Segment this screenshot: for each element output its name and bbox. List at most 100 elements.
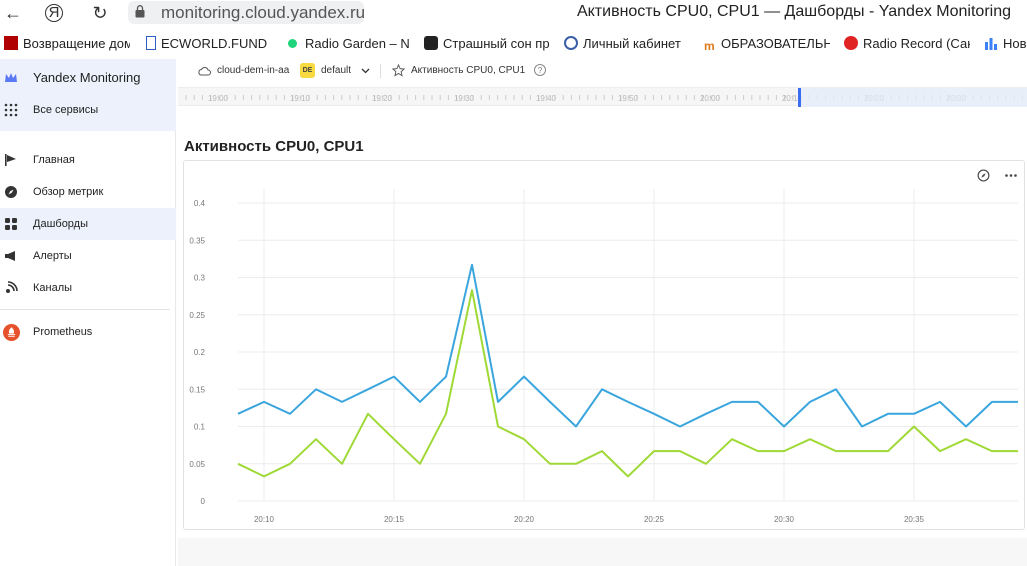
timeline-ruler: 19:00 19:10 19:20 19:30 19:40 19:50 20:00 20:10… <box>185 88 1027 107</box>
apps-grid-icon <box>4 103 18 117</box>
all-services-label: Все сервисы <box>33 104 99 116</box>
y-tick-label: 0.1 <box>194 423 206 432</box>
dashboard-widget-title: Активность CPU0, CPU1 <box>184 138 364 155</box>
sidebar-item-prometheus[interactable]: Prometheus <box>0 316 176 348</box>
y-tick-label: 0.25 <box>189 311 205 320</box>
timeline-handle[interactable] <box>798 88 801 107</box>
prometheus-icon <box>3 324 20 341</box>
app-logo-link[interactable]: Yandex Monitoring <box>0 62 176 94</box>
y-tick-label: 0.3 <box>194 274 206 283</box>
x-tick-label: 20:25 <box>644 515 665 524</box>
m-logo-icon: m <box>704 39 715 53</box>
star-badge-icon <box>424 36 438 50</box>
bookmark-label: Radio Garden – Na <box>305 36 410 51</box>
y-tick-label: 0 <box>201 497 206 506</box>
bookmark-item[interactable]: Radio Record (Сан <box>844 33 970 55</box>
sidebar-item-alerts[interactable]: Алерты <box>0 240 176 272</box>
sidebar-item-label: Дашборды <box>33 218 88 230</box>
series-line-0[interactable] <box>237 263 1018 428</box>
breadcrumb: cloud-dem-in-aa DE default Активность CP… <box>178 59 1027 85</box>
crown-icon <box>5 73 17 82</box>
y-tick-label: 0.2 <box>194 348 206 357</box>
dot-icon <box>288 39 297 48</box>
bookmark-item[interactable]: Возвращение дом <box>4 33 130 55</box>
series-line-1[interactable] <box>237 289 1018 478</box>
bookmark-item[interactable]: Radio Garden – Na <box>286 33 410 55</box>
breadcrumb-divider <box>380 64 381 78</box>
sidebar-item-label: Алерты <box>33 250 72 262</box>
emblem-icon <box>564 36 578 50</box>
x-tick-label: 20:15 <box>384 515 405 524</box>
sidebar: Yandex Monitoring Все сервисы Главная Об… <box>0 59 176 566</box>
bookmark-label: Возвращение дом <box>23 36 130 51</box>
sidebar-item-dashboards[interactable]: Дашборды <box>0 208 176 240</box>
timeline-label: 19:50 <box>618 94 639 103</box>
bookmark-item[interactable]: ECWORLD.FUND | <box>146 33 268 55</box>
y-tick-label: 0.35 <box>189 236 205 245</box>
bookmark-item[interactable]: Личный кабинет <box>564 33 688 55</box>
y-tick-label: 0.4 <box>194 199 206 208</box>
game-icon <box>4 36 18 50</box>
play-icon <box>844 36 858 50</box>
sidebar-divider <box>0 309 170 310</box>
yandex-icon[interactable]: Я <box>45 4 63 22</box>
all-services-button[interactable]: Все сервисы <box>0 94 176 126</box>
chart-panel: 0 0.05 0.1 0.15 0.2 0.25 0.3 0.35 0.4 20:10 20:15 2… <box>183 160 1025 530</box>
y-tick-label: 0.05 <box>189 460 205 469</box>
browser-toolbar: ← Я ↻ monitoring.cloud.yandex.ru Активно… <box>0 0 1027 28</box>
timeline-label: 20:00 <box>700 94 721 103</box>
timeline-label: 19:10 <box>290 94 311 103</box>
star-icon[interactable] <box>392 64 405 77</box>
sidebar-item-home[interactable]: Главная <box>0 144 176 176</box>
sidebar-item-label: Каналы <box>33 282 73 294</box>
bookmark-item[interactable]: Страшный сон пр <box>424 33 550 55</box>
line-chart: 0 0.05 0.1 0.15 0.2 0.25 0.3 0.35 0.4 20:10 20:15 2… <box>189 189 1018 524</box>
page-title: Активность CPU0, CPU1 — Дашборды - Yande… <box>576 3 1011 20</box>
timeline-label: 19:20 <box>372 94 393 103</box>
document-icon <box>146 36 156 50</box>
bookmark-item[interactable]: m ОБРАЗОВАТЕЛЬН <box>704 33 830 55</box>
url-text[interactable]: monitoring.cloud.yandex.ru <box>161 3 365 23</box>
timeline-label: 19:40 <box>536 94 557 103</box>
sidebar-item-metrics[interactable]: Обзор метрик <box>0 176 176 208</box>
sidebar-item-label: Prometheus <box>33 326 93 338</box>
back-icon[interactable]: ← <box>2 2 24 24</box>
bookmark-label: Личный кабинет <box>583 36 681 51</box>
bookmark-label: ОБРАЗОВАТЕЛЬН <box>721 36 830 51</box>
folder-badge: DE <box>300 63 315 78</box>
sidebar-item-label: Главная <box>33 154 75 166</box>
timeline-label: 19:30 <box>454 94 475 103</box>
help-icon[interactable]: ? <box>534 64 546 76</box>
bookmarks-bar: Возвращение дом ECWORLD.FUND | Radio Gar… <box>0 33 1027 57</box>
x-tick-label: 20:20 <box>514 515 535 524</box>
bars-icon <box>985 38 997 50</box>
x-tick-label: 20:10 <box>254 515 275 524</box>
bookmark-label: Radio Record (Сан <box>863 36 970 51</box>
signal-icon <box>6 281 18 293</box>
chevron-down-icon[interactable] <box>361 68 370 74</box>
app-name: Yandex Monitoring <box>33 70 141 85</box>
lock-icon <box>135 5 145 18</box>
page-footer-area <box>178 538 1027 566</box>
bookmark-label: Страшный сон пр <box>443 36 550 51</box>
breadcrumb-dashboard: Активность CPU0, CPU1 <box>411 65 526 76</box>
bookmark-item[interactable]: Нов <box>984 33 1027 55</box>
time-range-scrubber[interactable]: 19:00 19:10 19:20 19:30 19:40 19:50 20:00 20:10… <box>178 87 1027 107</box>
reload-icon[interactable]: ↻ <box>89 2 111 24</box>
breadcrumb-folder[interactable]: default <box>321 65 351 76</box>
grid-icon <box>5 218 17 230</box>
sidebar-item-channels[interactable]: Каналы <box>0 272 176 304</box>
x-tick-label: 20:35 <box>904 515 925 524</box>
cloud-icon <box>198 67 211 76</box>
bookmark-label: ECWORLD.FUND | <box>161 36 268 51</box>
compass-icon <box>5 186 17 198</box>
bookmark-label: Нов <box>1003 36 1027 51</box>
megaphone-icon <box>5 251 15 261</box>
sidebar-item-label: Обзор метрик <box>33 186 104 198</box>
x-tick-label: 20:30 <box>774 515 795 524</box>
y-tick-label: 0.15 <box>189 385 205 394</box>
breadcrumb-cloud[interactable]: cloud-dem-in-aa <box>217 65 289 76</box>
timeline-label: 19:00 <box>208 94 229 103</box>
flag-icon <box>5 154 16 166</box>
timeline-selection[interactable] <box>800 88 1027 107</box>
